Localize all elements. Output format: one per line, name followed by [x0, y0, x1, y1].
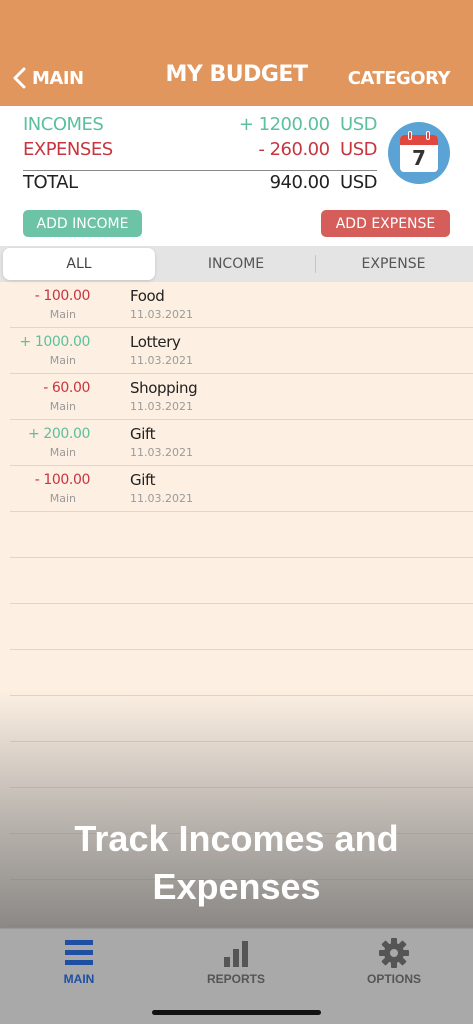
add-expense-button[interactable]: ADD EXPENSE [321, 210, 450, 237]
tab-main[interactable]: MAIN [24, 937, 134, 986]
tab-options[interactable]: OPTIONS [339, 937, 449, 986]
gear-icon [379, 938, 409, 968]
transaction-account: Main [49, 308, 76, 321]
bar-chart-icon [224, 941, 248, 967]
incomes-amount: + 1200.00 USD [238, 114, 378, 135]
transaction-row[interactable]: + 200.00 Main Gift 11.03.2021 [10, 420, 473, 466]
promo-caption: Track Incomes and Expenses [0, 815, 473, 911]
transaction-row[interactable]: - 100.00 Main Gift 11.03.2021 [10, 466, 473, 512]
total-label: TOTAL [23, 172, 78, 193]
filter-segmented-control: ALL INCOME EXPENSE [0, 246, 473, 282]
menu-lines-icon [65, 940, 93, 965]
tab-options-label: OPTIONS [366, 972, 421, 986]
transaction-name: Food [130, 287, 165, 305]
tab-main-label: MAIN [63, 972, 95, 986]
transaction-row[interactable]: - 100.00 Main Food 11.03.2021 [10, 282, 473, 328]
calendar-button[interactable]: 7 [388, 122, 450, 184]
expenses-row: EXPENSES - 260.00 USD [23, 139, 377, 163]
nav-header: MAIN MY BUDGET CATEGORY [0, 0, 473, 106]
calendar-ring-left [408, 131, 412, 140]
expenses-amount: - 260.00 USD [258, 139, 377, 160]
incomes-row: INCOMES + 1200.00 USD [23, 114, 377, 138]
transaction-amount: + 1000.00 [19, 334, 91, 350]
calendar-icon: 7 [400, 135, 438, 172]
bottom-tab-bar: MAIN REPORTS OPTIONS [0, 928, 473, 1024]
total-amount: 940.00 USD [269, 172, 378, 193]
transaction-name: Gift [130, 425, 156, 443]
empty-row [10, 604, 473, 650]
promo-line-1: Track Incomes and [74, 818, 399, 859]
empty-row [10, 696, 473, 742]
transaction-date: 11.03.2021 [130, 400, 193, 413]
category-button[interactable]: CATEGORY [348, 68, 451, 89]
empty-row [10, 558, 473, 604]
empty-row [10, 512, 473, 558]
empty-row [10, 742, 473, 788]
transaction-account: Main [49, 492, 76, 505]
budget-summary: INCOMES + 1200.00 USD EXPENSES - 260.00 … [0, 106, 473, 246]
transaction-amount: - 60.00 [43, 380, 90, 396]
tab-income[interactable]: INCOME [158, 248, 314, 280]
tab-expense[interactable]: EXPENSE [316, 248, 471, 280]
expenses-label: EXPENSES [23, 139, 113, 160]
transaction-amount: - 100.00 [34, 472, 91, 488]
empty-row [10, 650, 473, 696]
transaction-name: Lottery [130, 333, 181, 351]
transaction-name: Shopping [130, 379, 198, 397]
transaction-account: Main [49, 354, 76, 367]
add-income-button[interactable]: ADD INCOME [23, 210, 142, 237]
promo-line-2: Expenses [152, 866, 321, 907]
transaction-amount: + 200.00 [28, 426, 90, 442]
transaction-row[interactable]: - 60.00 Main Shopping 11.03.2021 [10, 374, 473, 420]
transaction-date: 11.03.2021 [130, 446, 193, 459]
home-indicator[interactable] [152, 1010, 321, 1015]
transaction-name: Gift [130, 471, 156, 489]
tab-all[interactable]: ALL [3, 248, 155, 280]
transaction-amount: - 100.00 [34, 288, 91, 304]
transaction-account: Main [49, 400, 76, 413]
summary-divider [23, 170, 377, 171]
calendar-day: 7 [412, 146, 426, 170]
tab-reports[interactable]: REPORTS [181, 937, 291, 986]
transaction-date: 11.03.2021 [130, 308, 193, 321]
transaction-row[interactable]: + 1000.00 Main Lottery 11.03.2021 [10, 328, 473, 374]
incomes-label: INCOMES [23, 114, 104, 135]
calendar-ring-right [426, 131, 430, 140]
tab-reports-label: REPORTS [206, 972, 265, 986]
transaction-date: 11.03.2021 [130, 354, 193, 367]
transaction-account: Main [49, 446, 76, 459]
total-row: TOTAL 940.00 USD [23, 172, 377, 196]
transaction-date: 11.03.2021 [130, 492, 193, 505]
